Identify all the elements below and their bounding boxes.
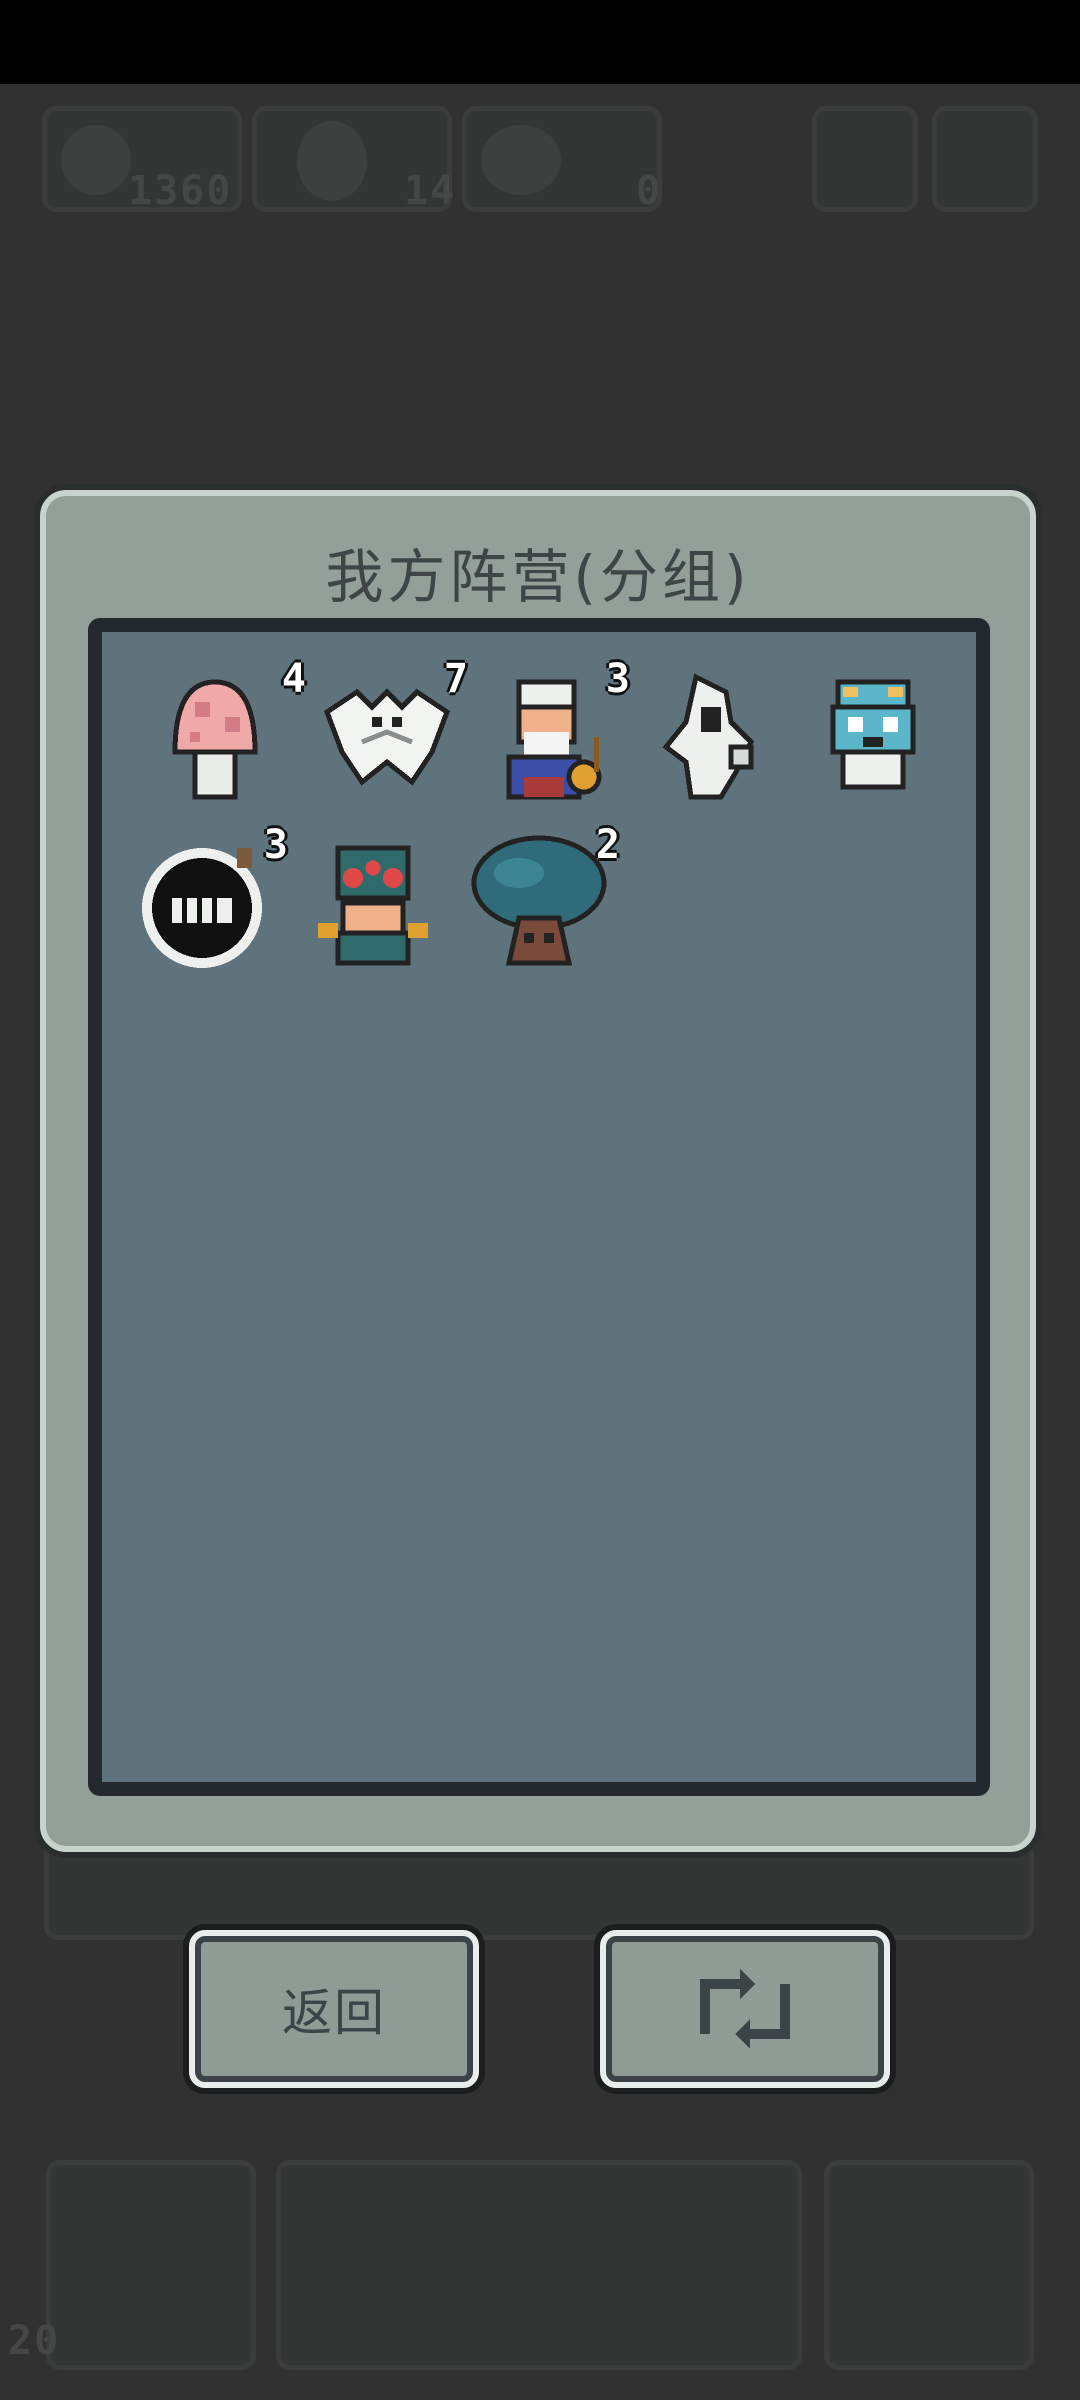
background-slot-timeline xyxy=(276,2160,802,2370)
unit-black-bomb[interactable]: 3 xyxy=(132,822,288,978)
unit-count: 3 xyxy=(605,656,630,702)
blue-fish-creature-icon xyxy=(830,679,916,790)
unit-pink-mushroom[interactable]: 4 xyxy=(150,656,306,812)
white-bat-spirit-icon xyxy=(323,688,451,786)
background-slot-sword xyxy=(46,2160,256,2370)
unit-count: 3 xyxy=(263,822,288,868)
unit-old-bard[interactable]: 3 xyxy=(474,656,630,812)
hud-button-1 xyxy=(812,106,918,212)
white-ghost-warrior-icon xyxy=(662,673,755,800)
unit-blue-fish-creature[interactable] xyxy=(798,662,948,812)
unit-count: 7 xyxy=(443,656,468,702)
old-bard-icon xyxy=(506,679,602,800)
resource-count-1: 1360 xyxy=(128,168,233,214)
teal-spider-mage-icon xyxy=(318,845,428,966)
unit-count: 2 xyxy=(595,822,620,868)
resource-count-2: 14 xyxy=(404,168,457,214)
unit-blue-tree[interactable]: 2 xyxy=(464,822,620,978)
blue-tree-icon xyxy=(471,835,607,966)
resource-count-3: 0 xyxy=(636,168,663,214)
black-bomb-icon xyxy=(142,848,262,968)
unit-white-ghost-warrior[interactable] xyxy=(636,662,786,812)
background-slot-unit xyxy=(824,2160,1034,2370)
back-button[interactable]: 返回 xyxy=(189,1930,479,2088)
unit-grid-panel: 4 7 3 3 2 xyxy=(88,618,990,1796)
turn-counter: 20 xyxy=(8,2318,61,2364)
unit-teal-spider-mage[interactable] xyxy=(298,828,448,978)
team-group-dialog: 我方阵营(分组) 4 7 3 3 2 xyxy=(40,490,1036,1852)
dialog-title: 我方阵营(分组) xyxy=(325,543,751,611)
refresh-button[interactable] xyxy=(600,1930,890,2088)
unit-count: 4 xyxy=(281,656,306,702)
hud-button-2 xyxy=(932,106,1038,212)
resource-slot-3 xyxy=(462,106,662,212)
pink-mushroom-icon xyxy=(172,679,258,800)
unit-white-bat-spirit[interactable]: 7 xyxy=(312,656,468,812)
refresh-icon xyxy=(700,1969,790,2049)
background-bar xyxy=(44,1840,1034,1940)
back-button-label: 返回 xyxy=(282,1984,386,2042)
